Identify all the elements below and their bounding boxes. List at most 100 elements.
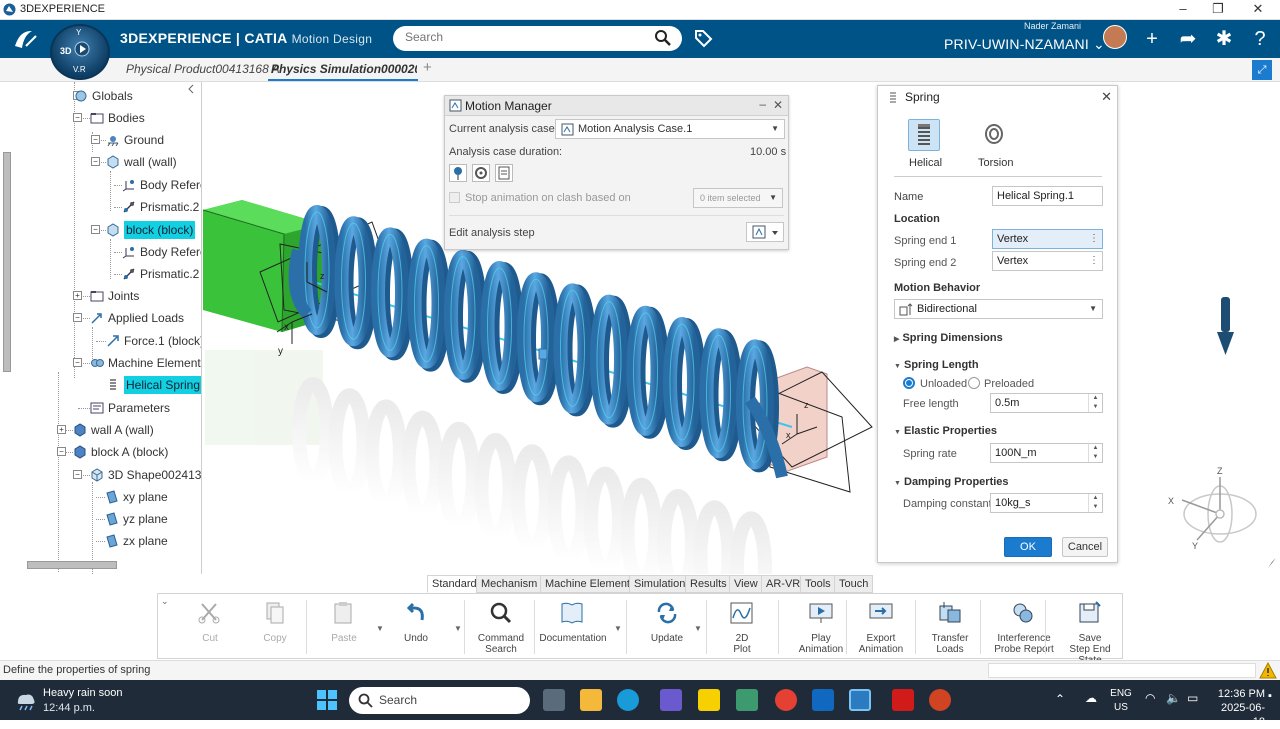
- tool-interference-probe-report[interactable]: Interference Probe Report: [992, 600, 1056, 655]
- tree-item[interactable]: block (block): [124, 221, 196, 239]
- tree-item[interactable]: wall A (wall): [91, 421, 154, 439]
- ds-logo-icon[interactable]: [12, 26, 40, 52]
- damping-constant-spinner[interactable]: ▲ ▼: [1088, 494, 1102, 512]
- tree-scrollbar-v[interactable]: [3, 152, 11, 372]
- stop-animation-checkbox[interactable]: [449, 192, 460, 203]
- elastic-properties-section[interactable]: ▼ Elastic Properties: [894, 425, 997, 437]
- status-input[interactable]: [988, 663, 1256, 678]
- close-panel-button[interactable]: ✕: [773, 98, 783, 112]
- add-icon[interactable]: +: [1140, 27, 1164, 51]
- helical-type-button[interactable]: [908, 119, 940, 151]
- cancel-button[interactable]: Cancel: [1062, 537, 1108, 557]
- tool-undo[interactable]: Undo: [391, 600, 441, 644]
- tree-expander[interactable]: −: [73, 113, 82, 122]
- taskbar-search[interactable]: Search: [349, 687, 530, 714]
- action-tab-results[interactable]: Results: [685, 575, 732, 593]
- tree-item[interactable]: Prismatic.2: [140, 198, 199, 216]
- preloaded-radio[interactable]: [968, 377, 980, 389]
- tree-item[interactable]: Globals: [92, 87, 133, 105]
- tool-update[interactable]: Update: [642, 600, 692, 644]
- tree-expander[interactable]: −: [57, 447, 66, 456]
- specification-tree[interactable]: +Globals−Bodies−Ground−wall (wall)Body R…: [0, 82, 202, 574]
- damping-constant-input[interactable]: 10kg_s ▲ ▼: [990, 493, 1103, 513]
- avatar[interactable]: [1103, 25, 1127, 49]
- tree-expander[interactable]: −: [91, 135, 100, 144]
- weather-rain-icon[interactable]: [14, 688, 38, 712]
- tool-transfer-loads[interactable]: Transfer Loads: [928, 600, 972, 655]
- tools-icon[interactable]: ✱: [1212, 27, 1236, 51]
- tool-documentation[interactable]: Documentation: [536, 600, 610, 644]
- chevron-down-icon[interactable]: ▼: [614, 624, 622, 633]
- share-icon[interactable]: ➦: [1176, 27, 1200, 51]
- tree-item[interactable]: Helical Spring.1: [124, 376, 201, 394]
- 3dexperience-task-icon[interactable]: [849, 689, 871, 711]
- unloaded-radio[interactable]: [903, 377, 915, 389]
- tree-scrollbar-h[interactable]: [27, 561, 117, 569]
- chevron-down-icon[interactable]: ⌄: [161, 596, 169, 607]
- teams-icon[interactable]: [660, 689, 682, 711]
- tool-2d-plot[interactable]: 2D Plot: [724, 600, 760, 655]
- tree-item[interactable]: Ground: [124, 131, 164, 149]
- chevron-down-icon[interactable]: ▼: [454, 624, 462, 633]
- search-icon[interactable]: [654, 29, 672, 47]
- action-tab-mechanism[interactable]: Mechanism: [476, 575, 543, 593]
- tree-item[interactable]: Prismatic.2: [140, 265, 199, 283]
- free-length-spinner[interactable]: ▲ ▼: [1088, 394, 1102, 412]
- tree-item[interactable]: xy plane: [123, 488, 168, 506]
- simulation-button[interactable]: [449, 164, 467, 182]
- tree-expander[interactable]: −: [73, 313, 82, 322]
- tree-item[interactable]: 3D Shape0024136: [108, 466, 201, 484]
- spring-end2-select[interactable]: Vertex ⋮: [992, 251, 1103, 271]
- spring-dimensions-section[interactable]: ▶ Spring Dimensions: [894, 332, 1003, 344]
- motion-behavior-select[interactable]: Bidirectional ▼: [894, 299, 1103, 319]
- close-panel-button[interactable]: ✕: [1101, 89, 1112, 105]
- tree-item[interactable]: block A (block): [91, 443, 168, 461]
- tree-item[interactable]: Machine Elements: [108, 354, 201, 372]
- search-input[interactable]: [405, 30, 645, 44]
- edit-step-button[interactable]: [746, 222, 784, 242]
- new-tab-button[interactable]: +: [423, 59, 432, 76]
- search-box[interactable]: [393, 26, 682, 51]
- outlook-icon[interactable]: [812, 689, 834, 711]
- volume-icon[interactable]: 🔈: [1166, 691, 1181, 705]
- tree-item[interactable]: Joints: [108, 287, 139, 305]
- tray-overflow-icon[interactable]: ⌃: [1055, 692, 1065, 706]
- notification-icon[interactable]: ▪: [1268, 690, 1272, 702]
- help-icon[interactable]: ?: [1248, 27, 1272, 51]
- spring-panel-header[interactable]: Spring ✕: [878, 86, 1117, 108]
- action-tab-ar-vr[interactable]: AR-VR: [761, 575, 806, 593]
- spring-rate-input[interactable]: 100N_m ▲ ▼: [990, 443, 1103, 463]
- ok-button[interactable]: OK: [1004, 537, 1052, 557]
- tool-cut[interactable]: Cut: [185, 600, 235, 644]
- tree-item[interactable]: Bodies: [108, 109, 145, 127]
- analysis-case-select[interactable]: Motion Analysis Case.1 ▼: [555, 119, 785, 139]
- tree-item[interactable]: Parameters: [108, 399, 170, 417]
- action-tab-machine-elements[interactable]: Machine Elements: [540, 575, 641, 593]
- action-tab-tools[interactable]: Tools: [800, 575, 836, 593]
- motion-manager-header[interactable]: Motion Manager – ✕: [445, 96, 788, 116]
- action-tab-view[interactable]: View: [729, 575, 763, 593]
- powerpoint-icon[interactable]: [929, 689, 951, 711]
- edge-browser-icon[interactable]: [617, 689, 639, 711]
- action-tab-simulation[interactable]: Simulation: [629, 575, 691, 593]
- tool-command-search[interactable]: Command Search: [476, 600, 526, 655]
- tree-expander[interactable]: +: [73, 291, 82, 300]
- tool-paste[interactable]: Paste: [319, 600, 369, 644]
- minimize-button[interactable]: –: [1173, 1, 1193, 16]
- tree-expander[interactable]: −: [73, 358, 82, 367]
- chevron-down-icon[interactable]: ▼: [694, 624, 702, 633]
- tree-item[interactable]: zx plane: [123, 532, 168, 550]
- battery-icon[interactable]: ▭: [1187, 691, 1198, 705]
- tree-item[interactable]: Body Refere: [140, 176, 201, 194]
- maximize-button[interactable]: ❐: [1208, 1, 1228, 17]
- tool-export-animation[interactable]: Export Animation: [855, 600, 907, 655]
- compass-widget[interactable]: Y 3D V.R: [50, 24, 110, 80]
- damping-properties-section[interactable]: ▼ Damping Properties: [894, 476, 1009, 488]
- tool-play-animation[interactable]: Play Animation: [793, 600, 849, 655]
- spring-name-input[interactable]: Helical Spring.1: [992, 186, 1103, 206]
- tool-copy[interactable]: Copy: [250, 600, 300, 644]
- spring-length-section[interactable]: ▼ Spring Length: [894, 359, 979, 371]
- sensors-button[interactable]: [495, 164, 513, 182]
- tab-physical-product[interactable]: Physical Product00413168 A: [126, 62, 280, 76]
- tool-save-step-end-state[interactable]: Save Step End State: [1058, 600, 1122, 666]
